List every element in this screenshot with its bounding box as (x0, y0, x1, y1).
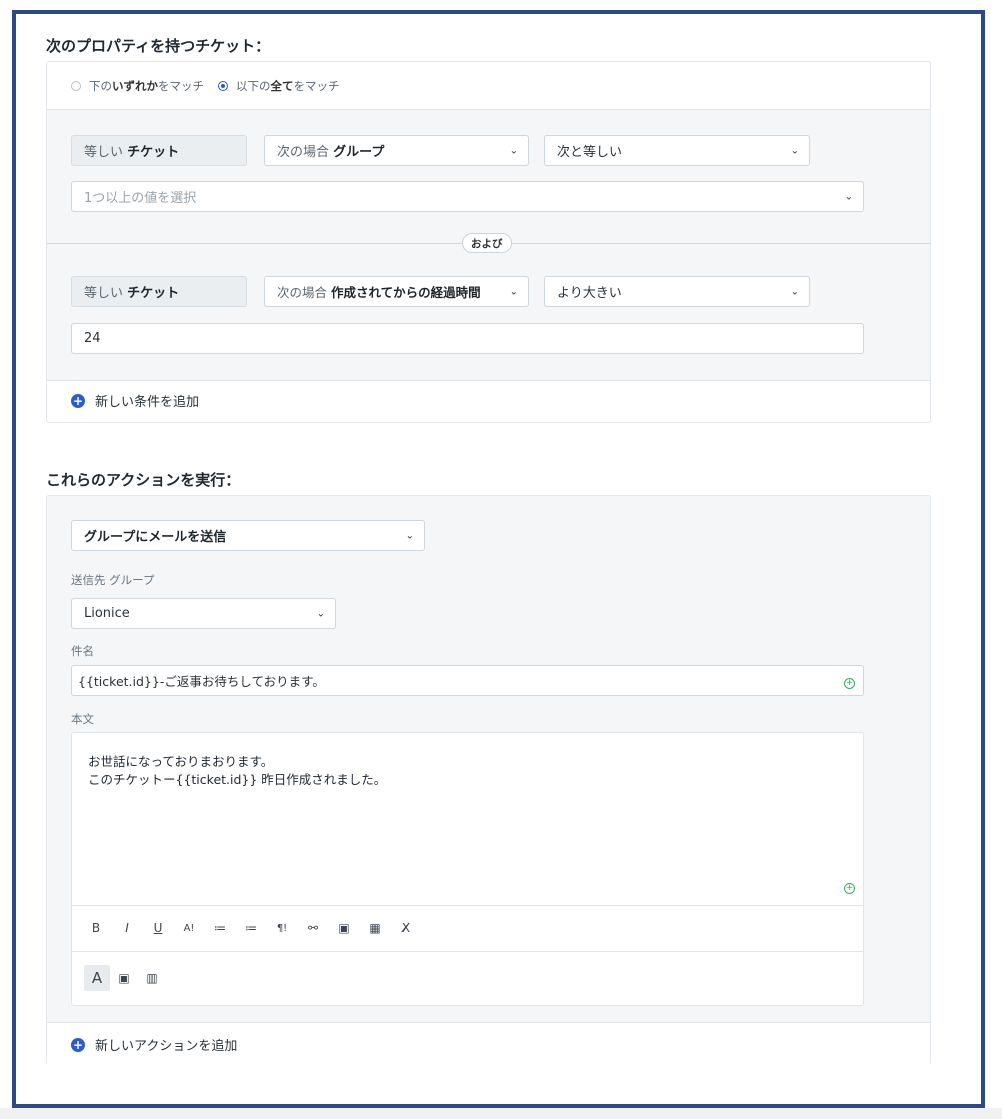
divider (72, 905, 863, 906)
bottom-strip (0, 1108, 1002, 1119)
chevron-down-icon: ⌄ (790, 144, 799, 156)
formatting-toolbar: B I U A! ≔ ≔ ¶! ⚯ ▣ ▦ X̸ (90, 921, 431, 935)
condition-2-operator-select[interactable]: より大きい ⌄ (544, 276, 810, 307)
and-label: および (462, 233, 512, 253)
knowledge-base-icon[interactable]: ▥ (146, 971, 158, 985)
clear-format-icon[interactable]: X̸ (400, 921, 412, 935)
action-type-select[interactable]: グループにメールを送信 ⌄ (71, 520, 425, 551)
bullet-list-icon[interactable]: ≔ (214, 921, 226, 935)
table-icon[interactable]: ▦ (369, 921, 381, 935)
divider (47, 109, 930, 110)
match-any-label[interactable]: 下のいずれかをマッチ (89, 78, 204, 94)
body-line: このチケットー{{ticket.id}} 昨日作成されました。 (88, 772, 387, 787)
paragraph-icon[interactable]: ¶! (276, 923, 288, 934)
add-condition-label: 新しい条件を追加 (95, 395, 200, 410)
add-action-label: 新しいアクションを追加 (95, 1039, 238, 1054)
main-frame: 次のプロパティを持つチケット： 下のいずれかをマッチ 以下の全てをマッチ 等しい… (12, 10, 985, 1108)
bold-icon[interactable]: B (90, 921, 102, 935)
add-action-button[interactable]: + 新しいアクションを追加 (71, 1035, 237, 1054)
condition-1-value-select[interactable]: 1つ以上の値を選択 ⌄ (71, 181, 864, 212)
italic-icon[interactable]: I (121, 921, 133, 935)
match-mode-group: 下のいずれかをマッチ 以下の全てをマッチ (71, 78, 340, 94)
add-action-row: + 新しいアクションを追加 (47, 1022, 930, 1066)
add-condition-button[interactable]: + 新しい条件を追加 (71, 391, 199, 410)
radio-match-any[interactable] (71, 81, 81, 91)
plus-circle-icon: + (71, 1037, 85, 1052)
conditions-heading: 次のプロパティを持つチケット： (46, 37, 271, 55)
secondary-toolbar: A ▣ ▥ (84, 965, 177, 991)
body-label: 本文 (71, 712, 94, 726)
chevron-down-icon: ⌄ (405, 529, 414, 541)
divider (47, 380, 930, 381)
condition-1-field-select[interactable]: 次の場合 グループ ⌄ (264, 135, 529, 166)
send-to-label: 送信先 グループ (71, 573, 155, 587)
chevron-down-icon: ⌄ (509, 285, 518, 297)
actions-card: グループにメールを送信 ⌄ 送信先 グループ Lionice ⌄ 件名 {{ti… (46, 495, 931, 1066)
underline-icon[interactable]: U (152, 921, 164, 935)
body-editor[interactable]: お世話になっておりまおります。 このチケットー{{ticket.id}} 昨日作… (71, 732, 864, 1006)
divider (72, 951, 863, 952)
chevron-down-icon: ⌄ (844, 190, 853, 202)
chevron-down-icon: ⌄ (316, 607, 325, 619)
link-icon[interactable]: ⚯ (307, 921, 319, 935)
condition-2-value-input[interactable]: 24 (71, 323, 864, 354)
conditions-card: 下のいずれかをマッチ 以下の全てをマッチ 等しい チケット 次の場合 グループ … (46, 61, 931, 423)
condition-2-scope: 等しい チケット (71, 276, 247, 307)
actions-heading: これらのアクションを実行： (46, 471, 241, 489)
chevron-down-icon: ⌄ (509, 144, 518, 156)
image-icon[interactable]: ▣ (338, 921, 350, 935)
insert-placeholder-icon[interactable]: + (844, 678, 855, 689)
canned-response-icon[interactable]: ▣ (118, 971, 130, 985)
radio-match-all[interactable] (218, 81, 228, 91)
send-to-select[interactable]: Lionice ⌄ (71, 598, 336, 629)
condition-1-scope: 等しい チケット (71, 135, 247, 166)
match-all-label[interactable]: 以下の全てをマッチ (236, 78, 340, 94)
body-line: お世話になっておりまおります。 (88, 754, 274, 769)
chevron-down-icon: ⌄ (790, 285, 799, 297)
insert-placeholder-icon[interactable]: + (844, 883, 855, 894)
body-text[interactable]: お世話になっておりまおります。 このチケットー{{ticket.id}} 昨日作… (88, 753, 386, 789)
numbered-list-icon[interactable]: ≔ (245, 921, 257, 935)
plus-circle-icon: + (71, 393, 85, 408)
text-format-icon[interactable]: A (84, 965, 110, 991)
condition-2-field-select[interactable]: 次の場合 作成されてからの経過時間 ⌄ (264, 276, 529, 307)
subject-label: 件名 (71, 644, 94, 658)
condition-1-operator-select[interactable]: 次と等しい ⌄ (544, 135, 810, 166)
font-size-icon[interactable]: A! (183, 923, 195, 934)
subject-input[interactable]: {{ticket.id}}-ご返事お待ちしております。 + (71, 665, 864, 696)
